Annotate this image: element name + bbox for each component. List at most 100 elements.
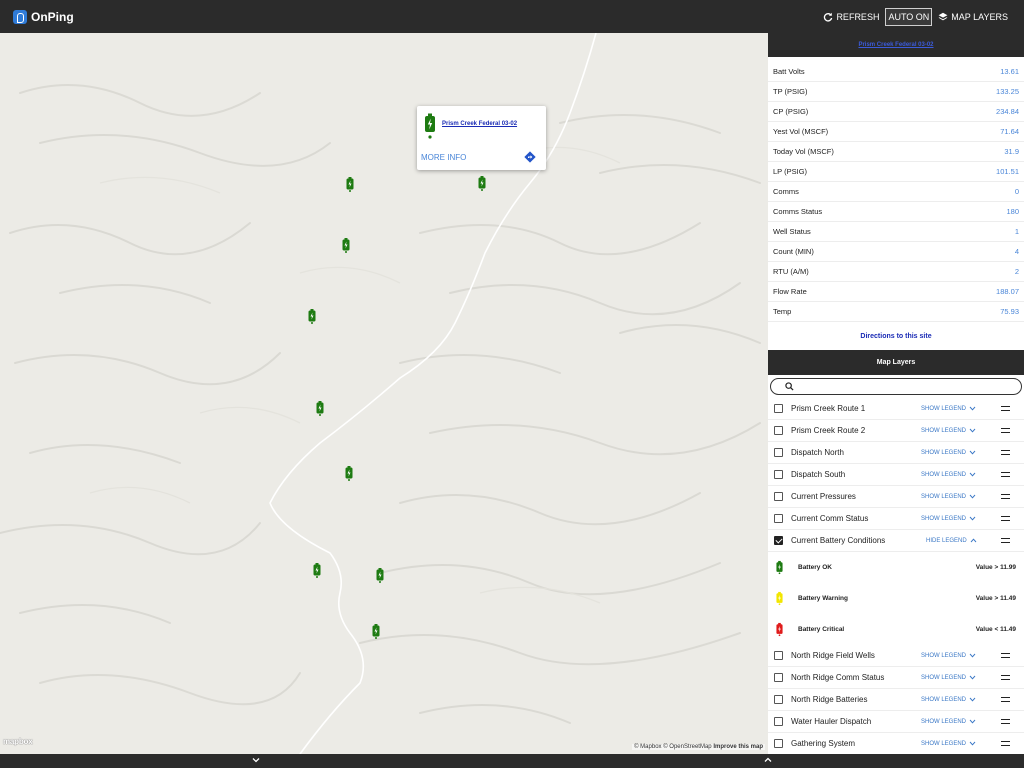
battery-marker[interactable] [346, 177, 354, 192]
improve-map-link[interactable]: Improve this map [713, 744, 763, 750]
layer-checkbox[interactable] [774, 695, 783, 704]
drag-handle-icon[interactable] [1001, 675, 1010, 680]
site-popup: Prism Creek Federal 03-02 MORE INFO [417, 106, 546, 170]
legend-toggle[interactable]: SHOW LEGEND [921, 675, 976, 681]
layer-row[interactable]: North Ridge Comm Status SHOW LEGEND [768, 667, 1024, 689]
attribution-text[interactable]: © Mapbox © OpenStreetMap [634, 744, 712, 750]
auto-refresh-toggle[interactable]: AUTO ON [885, 7, 933, 26]
app-name: OnPing [31, 9, 74, 24]
map-canvas[interactable]: Prism Creek Federal 03-02 MORE INFO mapb… [0, 33, 768, 754]
layer-row[interactable]: Prism Creek Route 2 SHOW LEGEND [768, 420, 1024, 442]
chevron-down-icon [969, 494, 976, 499]
layer-row[interactable]: Dispatch South SHOW LEGEND [768, 464, 1024, 486]
drag-handle-icon[interactable] [1001, 653, 1010, 658]
battery-marker[interactable] [342, 238, 350, 253]
layer-row[interactable]: Current Comm Status SHOW LEGEND [768, 508, 1024, 530]
layer-row[interactable]: Dispatch North SHOW LEGEND [768, 442, 1024, 464]
layer-checkbox[interactable] [774, 536, 783, 545]
metric-row: Flow Rate 188.07 [768, 282, 1024, 302]
battery-marker[interactable] [316, 401, 324, 416]
layer-row[interactable]: Gathering System SHOW LEGEND [768, 733, 1024, 754]
site-title-link[interactable]: Prism Creek Federal 03-02 [858, 42, 933, 48]
legend-toggle[interactable]: SHOW LEGEND [921, 450, 976, 456]
layer-row[interactable]: North Ridge Field Wells SHOW LEGEND [768, 645, 1024, 667]
layer-checkbox[interactable] [774, 651, 783, 660]
layer-search-box[interactable] [770, 378, 1022, 395]
drag-handle-icon[interactable] [1001, 406, 1010, 411]
legend-toggle-label: SHOW LEGEND [921, 515, 967, 522]
metric-value: 0 [1014, 187, 1019, 196]
legend-toggle[interactable]: SHOW LEGEND [921, 741, 976, 747]
chevron-down-icon[interactable] [251, 755, 261, 765]
metric-value: 71.64 [1000, 127, 1019, 136]
drag-handle-icon[interactable] [1001, 697, 1010, 702]
drag-handle-icon[interactable] [1001, 494, 1010, 499]
legend-toggle[interactable]: SHOW LEGEND [921, 516, 976, 522]
app-logo[interactable]: OnPing [13, 9, 74, 24]
drag-handle-icon[interactable] [1001, 538, 1010, 543]
layer-row[interactable]: North Ridge Batteries SHOW LEGEND [768, 689, 1024, 711]
battery-marker[interactable] [372, 624, 380, 639]
layer-name: Gathering System [791, 739, 856, 748]
legend-toggle-label: SHOW LEGEND [921, 740, 967, 747]
more-info-link[interactable]: MORE INFO [421, 153, 466, 162]
metric-row: LP (PSIG) 101.51 [768, 162, 1024, 182]
legend-toggle[interactable]: SHOW LEGEND [921, 494, 976, 500]
drag-handle-icon[interactable] [1001, 428, 1010, 433]
metric-value: 31.9 [1004, 147, 1019, 156]
directions-link[interactable]: Directions to this site [768, 322, 1024, 350]
chevron-up-icon [970, 538, 977, 543]
layer-row[interactable]: Current Battery Conditions HIDE LEGEND [768, 530, 1024, 552]
layer-row[interactable]: Current Pressures SHOW LEGEND [768, 486, 1024, 508]
drag-handle-icon[interactable] [1001, 472, 1010, 477]
chevron-down-icon [969, 472, 976, 477]
metric-row: Temp 75.93 [768, 302, 1024, 322]
layer-name: Current Comm Status [791, 514, 869, 523]
legend-toggle[interactable]: SHOW LEGEND [921, 653, 976, 659]
mapbox-logo[interactable]: mapbox [3, 737, 33, 746]
drag-handle-icon[interactable] [1001, 450, 1010, 455]
legend-toggle[interactable]: SHOW LEGEND [921, 428, 976, 434]
battery-ok-icon [313, 563, 321, 578]
layer-checkbox[interactable] [774, 426, 783, 435]
drag-handle-icon[interactable] [1001, 741, 1010, 746]
drag-handle-icon[interactable] [1001, 516, 1010, 521]
layer-row[interactable]: Prism Creek Route 1 SHOW LEGEND [768, 398, 1024, 420]
battery-marker[interactable] [376, 568, 384, 583]
layer-checkbox[interactable] [774, 404, 783, 413]
battery-marker[interactable] [345, 466, 353, 481]
legend-toggle[interactable]: SHOW LEGEND [921, 719, 976, 725]
map-layers-button[interactable]: MAP LAYERS [938, 12, 1008, 22]
metric-row: Well Status 1 [768, 222, 1024, 242]
layer-checkbox[interactable] [774, 717, 783, 726]
legend-toggle[interactable]: HIDE LEGEND [926, 538, 977, 544]
layer-checkbox[interactable] [774, 514, 783, 523]
layer-checkbox[interactable] [774, 739, 783, 748]
legend-toggle[interactable]: SHOW LEGEND [921, 472, 976, 478]
legend-toggle[interactable]: SHOW LEGEND [921, 697, 976, 703]
refresh-button[interactable]: REFRESH [823, 12, 879, 22]
layer-checkbox[interactable] [774, 673, 783, 682]
layer-checkbox[interactable] [774, 492, 783, 501]
layer-search-input[interactable] [798, 382, 998, 391]
chevron-up-icon[interactable] [763, 755, 773, 765]
refresh-icon [824, 12, 833, 22]
popup-site-link[interactable]: Prism Creek Federal 03-02 [442, 121, 517, 127]
battery-marker[interactable] [478, 176, 486, 191]
layer-checkbox[interactable] [774, 448, 783, 457]
chevron-down-icon [969, 428, 976, 433]
battery-marker[interactable] [313, 563, 321, 578]
directions-icon[interactable] [524, 151, 536, 163]
layer-checkbox[interactable] [774, 470, 783, 479]
drag-handle-icon[interactable] [1001, 719, 1010, 724]
chevron-down-icon [969, 516, 976, 521]
site-panel-header: Prism Creek Federal 03-02 [768, 33, 1024, 57]
legend-toggle-label: SHOW LEGEND [921, 471, 967, 478]
legend-toggle-label: SHOW LEGEND [921, 405, 967, 412]
layer-row[interactable]: Water Hauler Dispatch SHOW LEGEND [768, 711, 1024, 733]
legend-toggle[interactable]: SHOW LEGEND [921, 406, 976, 412]
battery-marker[interactable] [308, 309, 316, 324]
legend-toggle-label: SHOW LEGEND [921, 674, 967, 681]
layer-name: Dispatch South [791, 470, 846, 479]
layer-search-wrap [768, 375, 1024, 398]
